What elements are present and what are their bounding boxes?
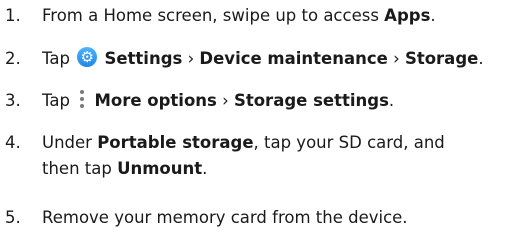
step-text-plain: then tap [42,159,118,178]
storage-settings-label: Storage settings [233,91,389,110]
device-maintenance-label: Device maintenance [199,49,388,68]
breadcrumb-separator: › [387,49,405,68]
step-text-plain: . [202,159,208,178]
step-text-plain: From a Home screen, swipe up to access [42,6,385,25]
step-number: 5. [5,208,21,227]
breadcrumb-separator: › [216,91,234,110]
step-text-plain: Tap [42,91,70,110]
more-options-label: More options [94,91,217,110]
step-text-plain: . [388,91,395,110]
settings-gear-icon [77,46,98,68]
instruction-steps: 1. From a Home screen, swipe up to acces… [0,0,518,242]
step-text: Tap More options › Storage settings. [42,87,394,114]
step-number: 3. [5,91,21,110]
step-text: From a Home screen, swipe up to access A… [42,2,436,29]
step-number: 1. [5,6,21,25]
step-text-plain: Tap [42,49,70,68]
step-text-continuation: then tap Unmount. [42,155,207,182]
step-text-plain: Under [42,133,98,152]
storage-label: Storage [404,49,479,68]
step-text: Remove your memory card from the device. [42,208,408,227]
step-text-plain: , tap your SD card, and [253,133,445,152]
step-number: 2. [5,49,21,68]
step-text-plain: . [430,6,436,25]
step-number: 4. [5,133,21,152]
more-options-kebab-icon [78,90,86,108]
step-text: Tap Settings › Device maintenance › Stor… [42,45,484,72]
settings-label: Settings [104,49,183,68]
step-text: Under Portable storage, tap your SD card… [42,129,445,156]
unmount-label: Unmount [117,159,203,178]
breadcrumb-separator: › [182,49,200,68]
apps-label: Apps [384,6,431,25]
portable-storage-label: Portable storage [97,133,254,152]
step-text-plain: . [478,49,484,68]
